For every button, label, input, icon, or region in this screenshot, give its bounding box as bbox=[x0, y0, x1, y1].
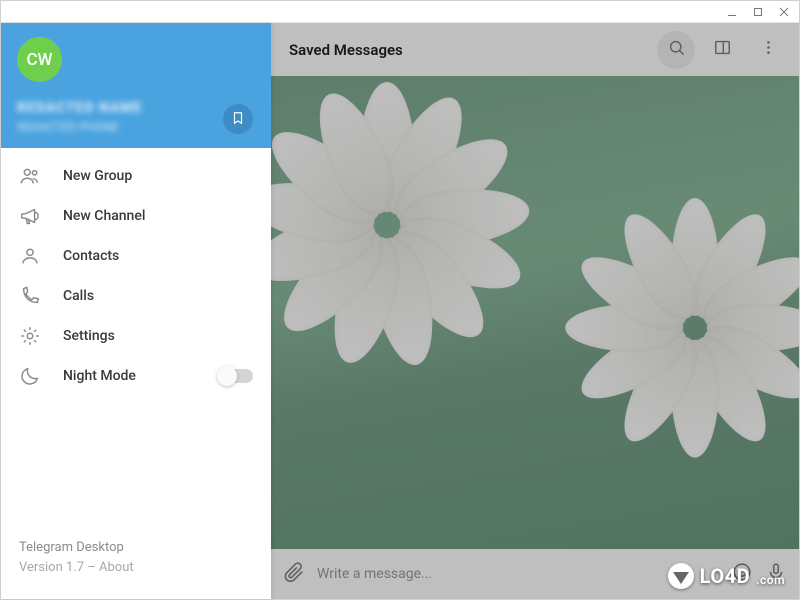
watermark: LO4D .com bbox=[668, 563, 785, 589]
menu-item-label: Settings bbox=[63, 328, 253, 344]
drawer-menu: New Group New Channel Contacts bbox=[1, 148, 271, 538]
drawer-footer: Telegram Desktop Version 1.7 – About bbox=[1, 538, 271, 599]
sidebar-toggle-button[interactable] bbox=[703, 31, 741, 69]
chat-area: Saved Messages bbox=[271, 23, 799, 599]
menu-item-label: New Group bbox=[63, 168, 253, 184]
bookmark-icon bbox=[231, 110, 245, 129]
window-maximize-button[interactable] bbox=[751, 5, 765, 19]
user-info: REDACTED NAME REDACTED PHONE bbox=[17, 100, 255, 134]
night-mode-toggle[interactable] bbox=[219, 369, 253, 383]
menu-item-settings[interactable]: Settings bbox=[1, 316, 271, 356]
menu-item-new-group[interactable]: New Group bbox=[1, 156, 271, 196]
panel-icon bbox=[713, 38, 732, 61]
megaphone-icon bbox=[19, 205, 41, 227]
menu-item-label: Calls bbox=[63, 288, 253, 304]
gear-icon bbox=[19, 325, 41, 347]
menu-item-calls[interactable]: Calls bbox=[1, 276, 271, 316]
message-placeholder: Write a message... bbox=[317, 566, 432, 582]
avatar-initials: CW bbox=[26, 50, 52, 70]
watermark-logo-icon bbox=[668, 563, 694, 589]
moon-icon bbox=[19, 365, 41, 387]
attach-button[interactable] bbox=[283, 561, 305, 587]
menu-item-night-mode[interactable]: Night Mode bbox=[1, 356, 271, 396]
saved-messages-button[interactable] bbox=[223, 104, 253, 134]
menu-item-label: Contacts bbox=[63, 248, 253, 264]
app-name-label: Telegram Desktop bbox=[19, 538, 253, 558]
version-number: 1.7 bbox=[66, 560, 84, 575]
menu-item-label: New Channel bbox=[63, 208, 253, 224]
paperclip-icon bbox=[283, 568, 305, 587]
more-menu-button[interactable] bbox=[749, 31, 787, 69]
drawer-header: CW REDACTED NAME REDACTED PHONE bbox=[1, 23, 271, 148]
window-close-button[interactable] bbox=[777, 5, 791, 19]
user-avatar[interactable]: CW bbox=[17, 37, 62, 82]
window-titlebar bbox=[1, 1, 799, 23]
search-icon bbox=[667, 38, 686, 61]
more-vertical-icon bbox=[759, 38, 778, 61]
window-minimize-button[interactable] bbox=[725, 5, 739, 19]
chat-title: Saved Messages bbox=[289, 41, 649, 59]
user-display-name: REDACTED NAME bbox=[17, 100, 255, 116]
version-prefix: Version bbox=[19, 560, 66, 575]
watermark-text: LO4D bbox=[700, 564, 750, 588]
person-icon bbox=[19, 245, 41, 267]
phone-icon bbox=[19, 285, 41, 307]
menu-item-contacts[interactable]: Contacts bbox=[1, 236, 271, 276]
version-separator: – bbox=[84, 560, 99, 575]
app-version-line: Version 1.7 – About bbox=[19, 558, 253, 578]
chat-background-image bbox=[271, 76, 799, 549]
chat-body bbox=[271, 76, 799, 549]
menu-item-new-channel[interactable]: New Channel bbox=[1, 196, 271, 236]
watermark-suffix: .com bbox=[756, 573, 785, 587]
about-link[interactable]: About bbox=[99, 560, 134, 575]
message-input[interactable]: Write a message... bbox=[317, 566, 719, 582]
user-phone: REDACTED PHONE bbox=[17, 120, 255, 134]
main-menu-drawer: CW REDACTED NAME REDACTED PHONE bbox=[1, 23, 271, 599]
chat-header: Saved Messages bbox=[271, 23, 799, 76]
menu-item-label: Night Mode bbox=[63, 368, 197, 384]
search-button[interactable] bbox=[657, 31, 695, 69]
group-icon bbox=[19, 165, 41, 187]
app-window: CW REDACTED NAME REDACTED PHONE bbox=[0, 0, 800, 600]
